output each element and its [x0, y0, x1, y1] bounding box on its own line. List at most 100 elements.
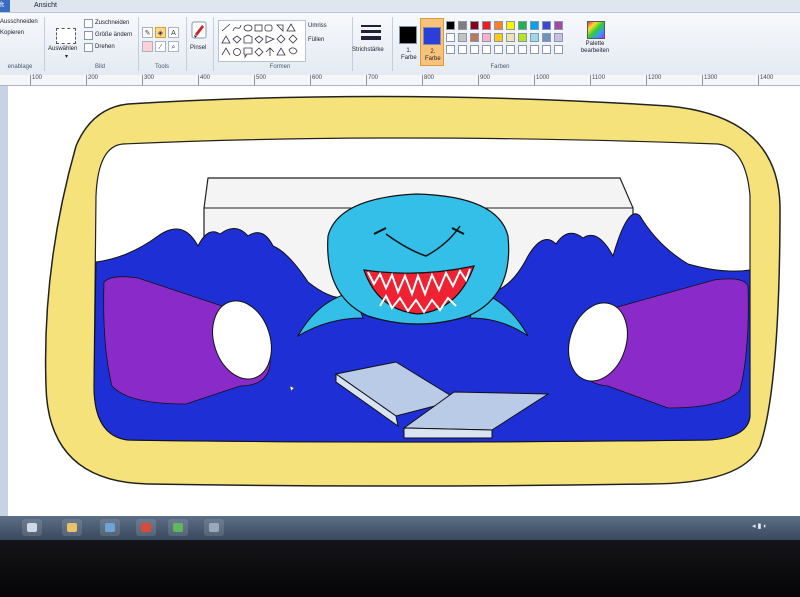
resize-button[interactable]: Größe ändern	[95, 32, 132, 38]
palette-swatch[interactable]	[458, 45, 467, 54]
separator	[392, 17, 393, 71]
taskbar-app-2[interactable]	[204, 519, 224, 536]
color-picker-icon[interactable]: ⁄	[155, 41, 166, 52]
separator	[213, 17, 214, 71]
select-icon[interactable]	[56, 28, 76, 44]
fill-button[interactable]: Füllen	[308, 37, 324, 43]
palette-swatch[interactable]	[542, 45, 551, 54]
color1-button[interactable]: 1. Farbe	[396, 18, 420, 66]
ruler-label: 1400	[760, 75, 774, 81]
palette-swatch[interactable]	[494, 33, 503, 42]
tab-start[interactable]: ft	[0, 0, 10, 12]
shapes-gallery[interactable]	[218, 20, 306, 62]
image-group-label: Bild	[94, 64, 105, 70]
copy-button[interactable]: Kopieren	[0, 30, 24, 36]
ruler-tick	[310, 75, 311, 85]
stroke-width-button[interactable]: Strichstärke	[352, 47, 384, 53]
palette-swatch[interactable]	[554, 21, 563, 30]
taskbar-app[interactable]	[136, 519, 156, 536]
shapes-group-label: Formen	[269, 64, 291, 70]
ruler-tick	[758, 75, 759, 85]
tab-ansicht[interactable]: Ansicht	[28, 0, 63, 12]
taskbar-explorer[interactable]	[62, 519, 82, 536]
palette-swatch[interactable]	[530, 21, 539, 30]
canvas-area	[0, 86, 800, 516]
color2-swatch	[423, 27, 441, 45]
folder-icon	[67, 523, 77, 532]
palette-swatch[interactable]	[470, 33, 479, 42]
color1-label: 1. Farbe	[401, 48, 417, 61]
palette-swatch[interactable]	[458, 33, 467, 42]
rotate-icon[interactable]	[84, 43, 93, 52]
eraser-icon[interactable]	[142, 41, 153, 52]
outline-button[interactable]: Umriss	[308, 23, 327, 29]
palette-swatch[interactable]	[506, 45, 515, 54]
palette-swatch[interactable]	[494, 21, 503, 30]
ruler-tick	[30, 75, 31, 85]
ruler-tick	[702, 75, 703, 85]
paint-app-icon	[173, 523, 183, 532]
taskbar-media[interactable]	[100, 519, 120, 536]
ruler-tick	[366, 75, 367, 85]
taskbar-paint[interactable]	[168, 519, 188, 536]
ruler-tick	[534, 75, 535, 85]
palette-swatch[interactable]	[518, 45, 527, 54]
ruler-tick	[254, 75, 255, 85]
crop-icon[interactable]	[84, 19, 93, 28]
select-dropdown-icon[interactable]: ▾	[65, 53, 68, 60]
ruler-label: 1300	[704, 75, 718, 81]
palette-swatch[interactable]	[446, 21, 455, 30]
separator	[138, 17, 139, 71]
ribbon: Ausschneiden Kopieren enablage Auswählen…	[0, 13, 800, 76]
rotate-button[interactable]: Drehen	[95, 44, 115, 50]
palette-swatch[interactable]	[458, 21, 467, 30]
fill-bucket-icon[interactable]: ◈	[155, 27, 166, 38]
palette-icon	[587, 21, 605, 39]
taskbar-start-button[interactable]	[22, 519, 42, 536]
palette-swatch[interactable]	[554, 45, 563, 54]
edit-palette-label: Palette bearbeiten	[580, 41, 610, 54]
palette-swatch[interactable]	[446, 33, 455, 42]
drawing-canvas[interactable]	[8, 86, 800, 516]
palette-swatch[interactable]	[506, 33, 515, 42]
palette-swatch[interactable]	[470, 45, 479, 54]
windows-taskbar: ◂ ▮ ◐	[0, 516, 800, 540]
palette-swatch[interactable]	[530, 45, 539, 54]
tray-icons[interactable]: ◂ ▮ ◐	[752, 522, 767, 530]
crop-button[interactable]: Zuschneiden	[95, 20, 129, 26]
ruler-tick	[590, 75, 591, 85]
clipboard-group-label: enablage	[7, 64, 33, 70]
palette-swatch[interactable]	[506, 21, 515, 30]
separator	[352, 17, 353, 71]
palette-swatch[interactable]	[554, 33, 563, 42]
select-button[interactable]: Auswählen	[48, 46, 77, 52]
ruler-tick	[478, 75, 479, 85]
palette-swatch[interactable]	[518, 21, 527, 30]
edit-palette-button[interactable]: Palette bearbeiten	[578, 19, 612, 63]
colors-group-label: Farben	[490, 64, 510, 70]
separator	[186, 17, 187, 71]
palette-swatch[interactable]	[494, 45, 503, 54]
brush-icon[interactable]	[190, 21, 208, 43]
palette-swatch[interactable]	[542, 21, 551, 30]
pencil-icon[interactable]: ✎	[142, 27, 153, 38]
palette-swatch[interactable]	[482, 45, 491, 54]
color2-button[interactable]: 2. Farbe	[420, 18, 444, 66]
paint-window: ft Ansicht Ausschneiden Kopieren enablag…	[0, 0, 800, 540]
ruler-label: 1000	[536, 75, 550, 81]
palette-swatch[interactable]	[542, 33, 551, 42]
palette-swatch[interactable]	[470, 21, 479, 30]
ruler-label: 1200	[648, 75, 662, 81]
text-tool-icon[interactable]: A	[168, 27, 179, 38]
brushes-button[interactable]: Pinsel	[190, 45, 206, 51]
palette-swatch[interactable]	[518, 33, 527, 42]
resize-icon[interactable]	[84, 31, 93, 40]
palette-swatch[interactable]	[482, 33, 491, 42]
palette-swatch[interactable]	[482, 21, 491, 30]
ruler-label: 1100	[592, 75, 605, 81]
cut-button[interactable]: Ausschneiden	[0, 19, 38, 25]
palette-swatch[interactable]	[446, 45, 455, 54]
magnifier-icon[interactable]: ⌕	[168, 41, 179, 52]
stroke-width-icon[interactable]	[360, 23, 382, 43]
palette-swatch[interactable]	[530, 33, 539, 42]
